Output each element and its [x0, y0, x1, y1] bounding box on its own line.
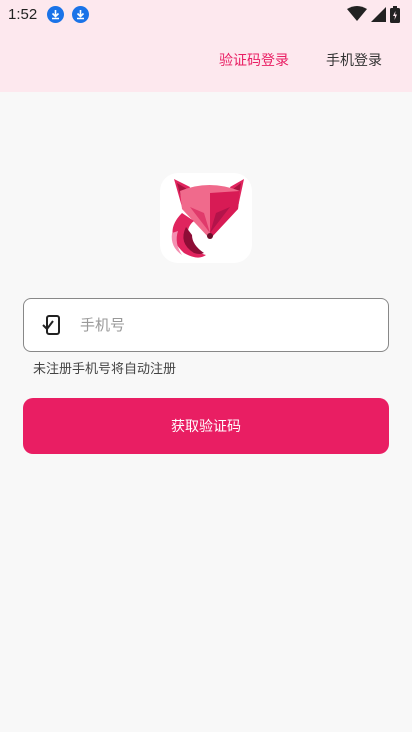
phone-check-icon — [42, 315, 60, 335]
wifi-icon — [347, 6, 367, 21]
header: 1:52 验证码登录 手机登录 — [0, 0, 412, 92]
battery-icon — [390, 5, 400, 23]
phone-field[interactable] — [23, 298, 389, 352]
tab-code-login[interactable]: 验证码登录 — [219, 50, 289, 70]
status-time: 1:52 — [8, 5, 38, 23]
tab-phone-login[interactable]: 手机登录 — [326, 50, 382, 70]
fox-logo-icon — [160, 173, 252, 263]
auto-register-hint: 未注册手机号将自动注册 — [33, 362, 177, 377]
signal-icon — [371, 6, 386, 22]
phone-input[interactable] — [80, 316, 360, 334]
status-bar: 1:52 — [0, 0, 412, 28]
get-code-button[interactable]: 获取验证码 — [23, 398, 389, 454]
login-tabs: 验证码登录 手机登录 — [0, 46, 412, 74]
download-icon — [47, 5, 65, 23]
status-icons — [347, 5, 400, 23]
download-icon — [72, 5, 90, 23]
